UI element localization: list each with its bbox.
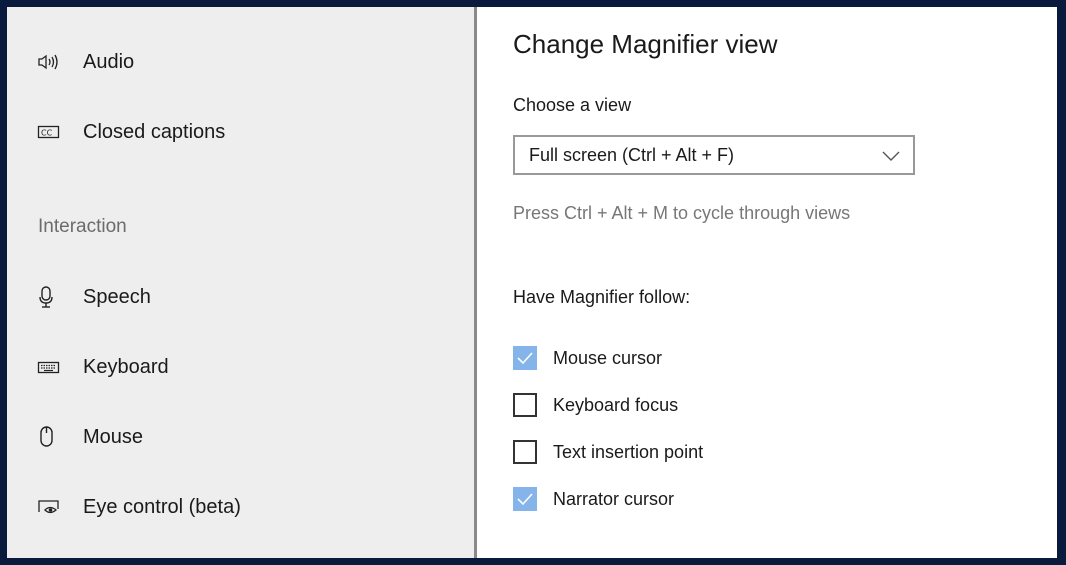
sidebar-item-label: Closed captions xyxy=(83,120,226,143)
main-content: Change Magnifier view Choose a view Full… xyxy=(477,7,1057,558)
chevron-down-icon xyxy=(881,149,901,161)
checkbox-label: Keyboard focus xyxy=(553,394,679,415)
sidebar-item-eye-control[interactable]: Eye control (beta) xyxy=(31,489,241,525)
view-dropdown-value: Full screen (Ctrl + Alt + F) xyxy=(529,144,735,165)
mouse-icon xyxy=(37,426,67,447)
checkbox-keyboard-focus[interactable]: Keyboard focus xyxy=(513,391,678,419)
sidebar-item-label: Audio xyxy=(83,50,135,73)
checkbox-label: Mouse cursor xyxy=(553,347,663,368)
sidebar-item-closed-captions[interactable]: CC Closed captions xyxy=(31,114,225,150)
sidebar: Audio CC Closed captions Interaction Spe… xyxy=(7,7,477,558)
microphone-icon xyxy=(37,286,67,308)
checkbox-label: Narrator cursor xyxy=(553,488,675,509)
sidebar-item-keyboard[interactable]: Keyboard xyxy=(31,349,169,385)
page-title: Change Magnifier view xyxy=(513,29,778,59)
speaker-icon xyxy=(37,52,67,72)
checkbox-mouse-cursor[interactable]: Mouse cursor xyxy=(513,344,662,372)
cycle-views-hint: Press Ctrl + Alt + M to cycle through vi… xyxy=(513,203,851,223)
choose-view-label: Choose a view xyxy=(513,95,632,115)
closed-captions-icon: CC xyxy=(37,122,67,142)
checkbox-unchecked-icon[interactable] xyxy=(513,393,537,417)
settings-window: Audio CC Closed captions Interaction Spe… xyxy=(7,7,1057,558)
checkbox-text-insertion-point[interactable]: Text insertion point xyxy=(513,438,703,466)
sidebar-item-label: Speech xyxy=(83,285,151,308)
sidebar-item-audio[interactable]: Audio xyxy=(31,44,134,80)
checkbox-narrator-cursor[interactable]: Narrator cursor xyxy=(513,485,674,513)
sidebar-item-speech[interactable]: Speech xyxy=(31,279,151,315)
eye-control-icon xyxy=(37,497,67,517)
view-dropdown[interactable]: Full screen (Ctrl + Alt + F) xyxy=(513,135,915,175)
section-heading-interaction: Interaction xyxy=(38,216,127,237)
checkbox-unchecked-icon[interactable] xyxy=(513,440,537,464)
checkbox-checked-icon[interactable] xyxy=(513,346,537,370)
sidebar-item-label: Mouse xyxy=(83,425,144,448)
follow-label: Have Magnifier follow: xyxy=(513,287,691,307)
svg-text:CC: CC xyxy=(41,129,53,138)
sidebar-item-label: Keyboard xyxy=(83,355,169,378)
checkbox-label: Text insertion point xyxy=(553,441,704,462)
keyboard-icon xyxy=(37,357,67,377)
checkbox-checked-icon[interactable] xyxy=(513,487,537,511)
sidebar-item-label: Eye control (beta) xyxy=(83,495,241,518)
sidebar-item-mouse[interactable]: Mouse xyxy=(31,419,143,455)
